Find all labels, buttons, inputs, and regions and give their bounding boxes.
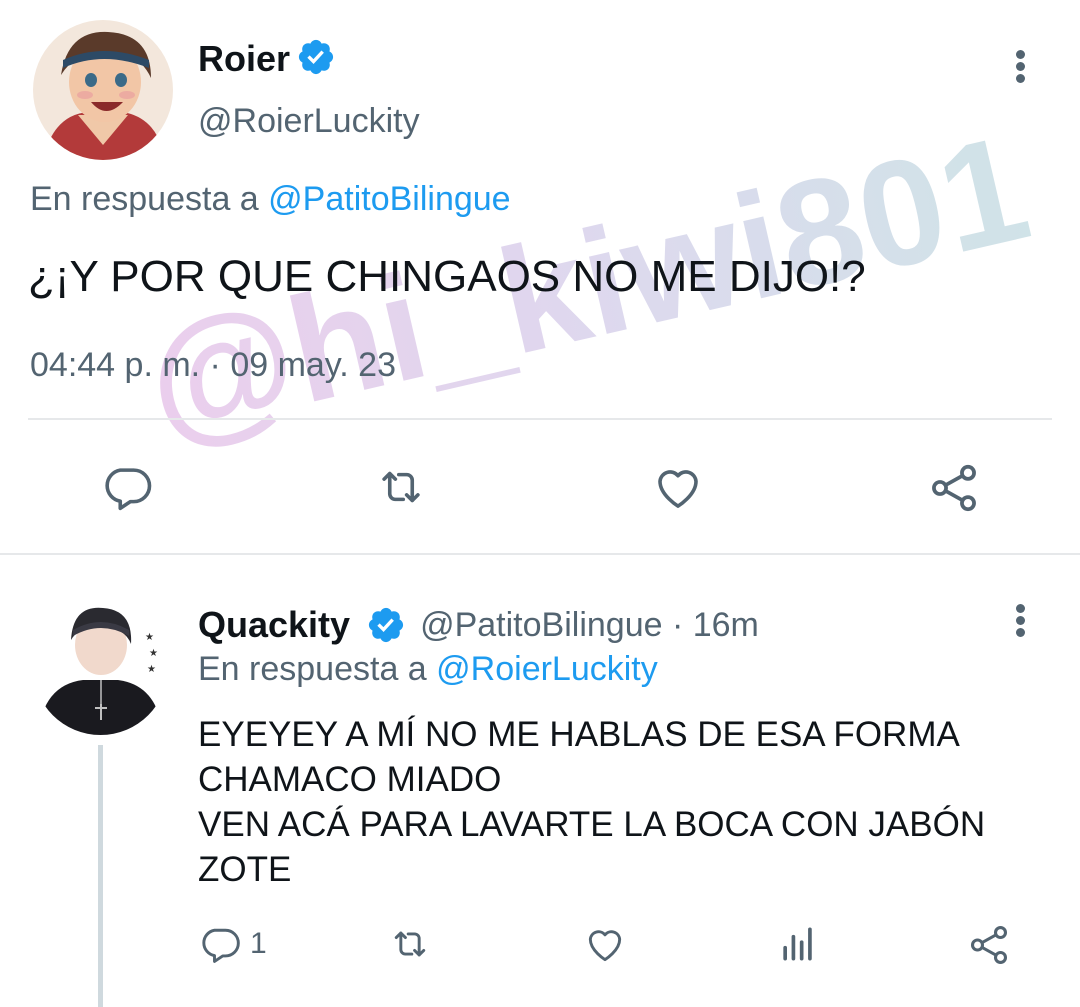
analytics-icon[interactable] bbox=[776, 922, 820, 966]
share-icon[interactable] bbox=[966, 922, 1012, 968]
reply-context: En respuesta a @PatitoBilingue bbox=[30, 180, 511, 219]
author-handle[interactable]: @RoierLuckity bbox=[198, 102, 420, 141]
tweet-text: ¿¡Y POR QUE CHINGAOS NO ME DIJO!? bbox=[28, 252, 866, 301]
author-name[interactable]: Roier bbox=[198, 38, 290, 80]
retweet-icon[interactable] bbox=[372, 460, 430, 514]
more-options-icon[interactable] bbox=[1014, 50, 1026, 83]
roier-avatar[interactable] bbox=[33, 20, 173, 160]
reply-icon bbox=[198, 922, 242, 966]
thread-line bbox=[98, 745, 103, 1007]
reply-count: 1 bbox=[250, 927, 267, 960]
reply-to-handle[interactable]: @RoierLuckity bbox=[436, 650, 658, 688]
reply-reply-button[interactable]: 1 bbox=[198, 922, 267, 966]
reply-text-line: CHAMACO MIADO bbox=[198, 760, 502, 799]
retweet-icon[interactable] bbox=[386, 922, 434, 966]
svg-text:★: ★ bbox=[145, 632, 154, 643]
reply-icon[interactable] bbox=[100, 460, 154, 514]
reply-prefix: En respuesta a bbox=[30, 180, 259, 218]
reply-prefix: En respuesta a bbox=[198, 650, 427, 688]
quackity-avatar[interactable]: ★ ★ ★ bbox=[33, 600, 168, 735]
verified-badge-icon bbox=[296, 37, 336, 77]
reply-text-line: ZOTE bbox=[198, 850, 292, 889]
reply-text-line: VEN ACÁ PARA LAVARTE LA BOCA CON JABÓN bbox=[198, 805, 986, 844]
tweet-separator bbox=[0, 553, 1080, 555]
svg-text:★: ★ bbox=[149, 648, 158, 659]
reply-context: En respuesta a @RoierLuckity bbox=[198, 650, 658, 689]
like-icon[interactable] bbox=[650, 460, 706, 514]
verified-badge-icon bbox=[366, 605, 406, 645]
reply-text: EYEYEY A MÍ NO ME HABLAS DE ESA FORMA CH… bbox=[198, 712, 985, 892]
reply-author-name[interactable]: Quackity bbox=[198, 604, 350, 646]
divider bbox=[28, 418, 1052, 420]
share-icon[interactable] bbox=[926, 460, 982, 516]
reply-to-handle[interactable]: @PatitoBilingue bbox=[268, 180, 510, 218]
svg-text:★: ★ bbox=[147, 664, 156, 675]
like-icon[interactable] bbox=[582, 922, 628, 966]
reply-text-line: EYEYEY A MÍ NO ME HABLAS DE ESA FORMA bbox=[198, 715, 960, 754]
reply-more-options-icon[interactable] bbox=[1014, 604, 1026, 637]
tweet-timestamp[interactable]: 04:44 p. m. · 09 may. 23 bbox=[30, 346, 396, 385]
reply-author-handle-time[interactable]: @PatitoBilingue · 16m bbox=[420, 606, 759, 645]
reply-header: Quackity @PatitoBilingue · 16m bbox=[198, 604, 759, 646]
